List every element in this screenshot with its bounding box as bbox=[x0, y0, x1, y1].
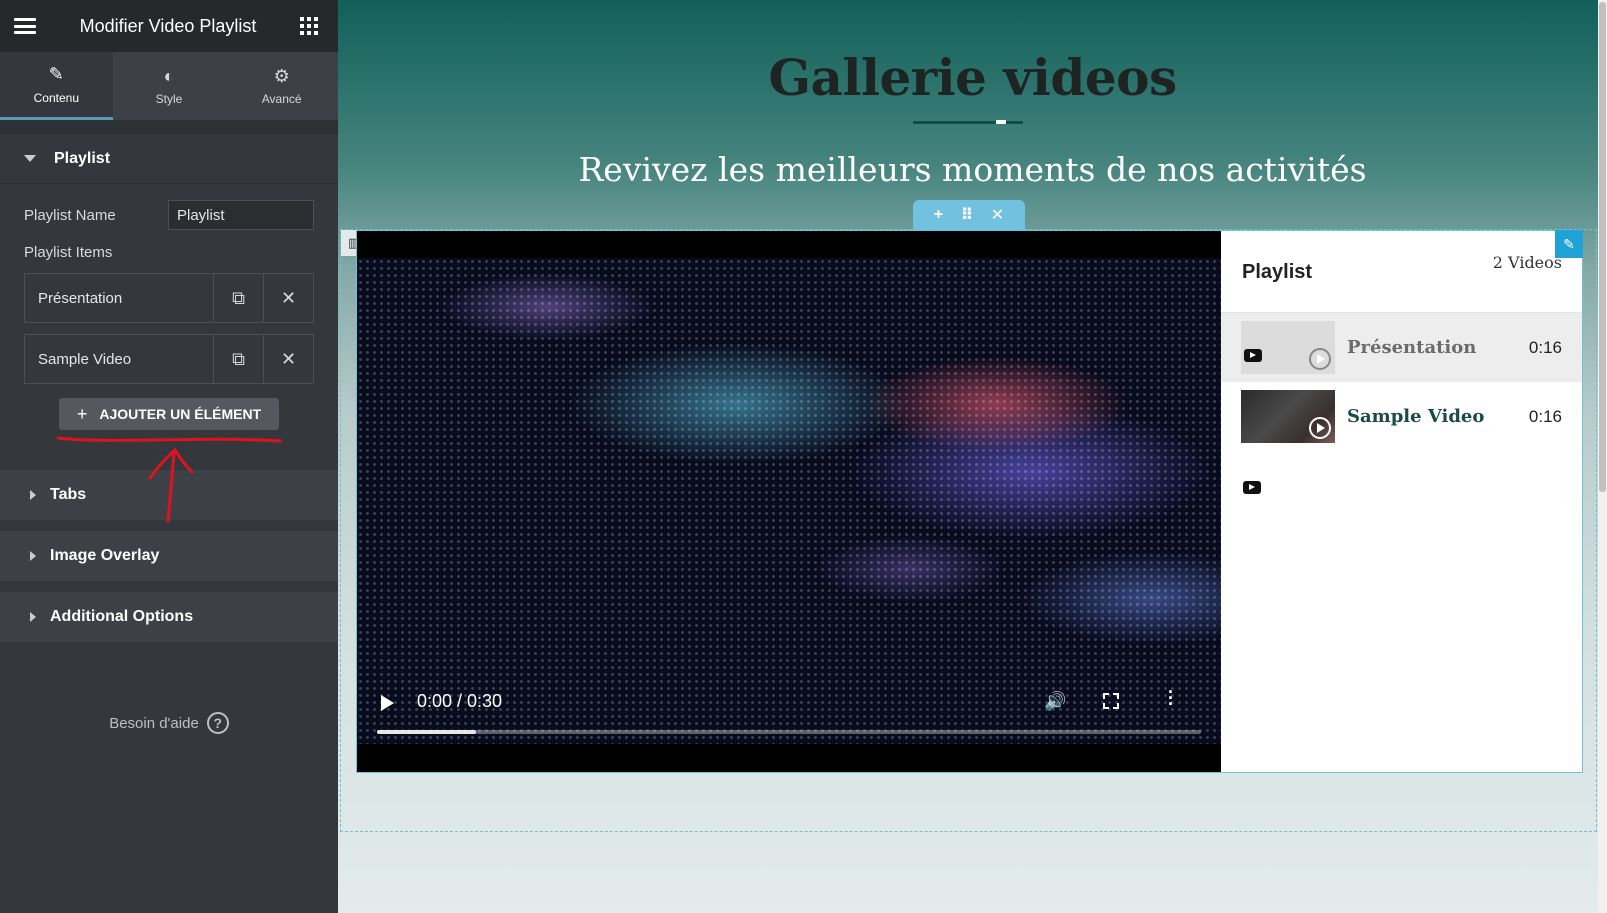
page-subtitle: Revivez les meilleurs moments de nos act… bbox=[578, 150, 1367, 189]
delete-section-icon[interactable]: ✕ bbox=[991, 205, 1004, 225]
divider-dot bbox=[996, 120, 1006, 124]
playlist-item-title: Présentation bbox=[1347, 337, 1477, 358]
playlist-item-title: Sample Video bbox=[1347, 406, 1485, 427]
play-circle-icon bbox=[1309, 417, 1331, 439]
video-frame bbox=[357, 258, 1221, 744]
volume-icon[interactable]: 🔊 bbox=[1044, 691, 1066, 712]
playlist-title: Playlist bbox=[1242, 261, 1313, 283]
playlist-item[interactable]: Présentation 0:16 bbox=[1221, 313, 1582, 382]
youtube-icon bbox=[1244, 349, 1262, 362]
youtube-icon bbox=[1243, 481, 1261, 494]
playlist-header: Playlist 2 Videos bbox=[1221, 231, 1582, 313]
video-time: 0:00 / 0:30 bbox=[417, 691, 503, 711]
title-divider bbox=[913, 120, 1023, 124]
video-player[interactable]: 0:00 / 0:30 🔊 · · · bbox=[357, 231, 1221, 772]
drag-handle-icon[interactable]: ⠿ bbox=[961, 205, 974, 225]
play-icon[interactable] bbox=[381, 695, 394, 711]
scrollbar-thumb[interactable] bbox=[1599, 2, 1606, 492]
playlist-item-duration: 0:16 bbox=[1528, 337, 1562, 357]
section-handle[interactable]: + ⠿ ✕ bbox=[913, 200, 1025, 230]
video-thumbnail bbox=[1241, 390, 1335, 443]
video-progress-bar[interactable] bbox=[377, 730, 1201, 734]
video-thumbnail bbox=[1241, 321, 1335, 374]
more-options-icon[interactable]: · · · bbox=[1168, 683, 1174, 713]
playlist-count: 2 Videos bbox=[1492, 253, 1562, 272]
progress-fill bbox=[377, 730, 476, 734]
page-title: Gallerie videos bbox=[768, 48, 1177, 107]
playlist-panel: Playlist 2 Videos Présentation 0:16 Samp… bbox=[1221, 231, 1582, 772]
fullscreen-icon[interactable] bbox=[1103, 693, 1119, 709]
add-section-icon[interactable]: + bbox=[934, 206, 943, 224]
playlist-item-duration: 0:16 bbox=[1528, 406, 1562, 426]
playlist-item[interactable]: Sample Video 0:16 bbox=[1221, 382, 1582, 451]
video-playlist-widget: 0:00 / 0:30 🔊 · · · Playlist 2 Videos Prés… bbox=[356, 230, 1583, 773]
video-controls: 0:00 / 0:30 🔊 · · · bbox=[357, 681, 1221, 756]
edit-widget-icon[interactable]: ✎ bbox=[1555, 230, 1583, 258]
play-circle-icon bbox=[1309, 348, 1331, 370]
red-annotation-arrow bbox=[56, 436, 282, 523]
page-scrollbar[interactable] bbox=[1598, 0, 1607, 913]
